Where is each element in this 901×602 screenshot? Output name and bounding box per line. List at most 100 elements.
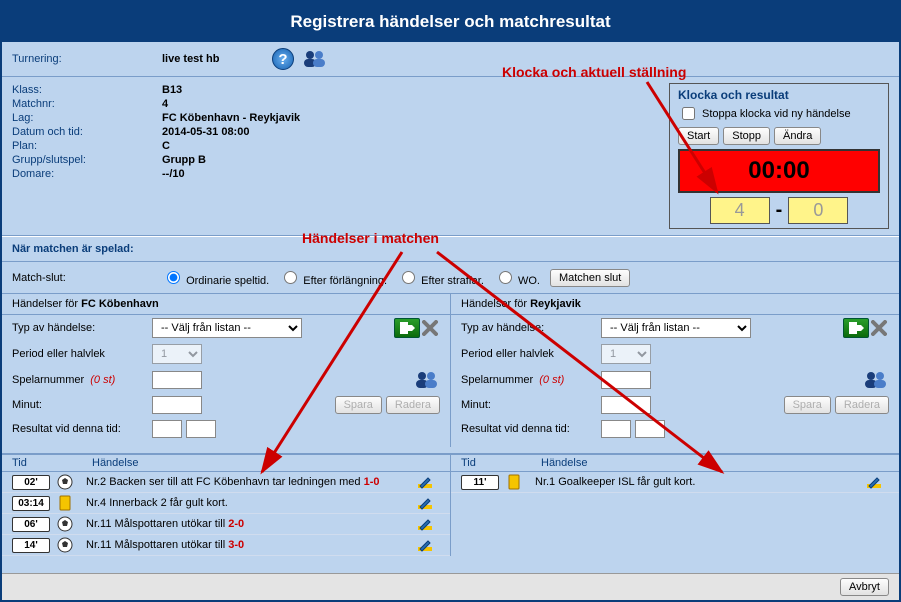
label-datum: Datum och tid: (12, 125, 162, 139)
event-row[interactable]: 06' Nr.11 Målspottaren utökar till 2-0 (2, 514, 450, 535)
event-type-select-home[interactable]: -- Välj från listan -- (152, 318, 302, 338)
score-away: 0 (788, 197, 848, 224)
change-button[interactable]: Ändra (774, 127, 821, 145)
team-away-header: Händelser för Reykjavik (451, 294, 899, 315)
event-row[interactable]: 02' Nr.2 Backen ser till att FC Köbenhavn… (2, 472, 450, 493)
minute-input-away[interactable] (601, 396, 651, 414)
event-tables: Tid Händelse 02' Nr.2 Backen ser till att… (2, 453, 899, 556)
delete-button[interactable]: Radera (386, 396, 440, 414)
result-home-b[interactable] (186, 420, 216, 438)
score-row: 4 - 0 (678, 197, 880, 224)
yellow-card-icon (50, 495, 80, 511)
match-end-button[interactable]: Matchen slut (550, 269, 630, 287)
cancel-button[interactable]: Avbryt (840, 578, 889, 596)
event-type-select-away[interactable]: -- Välj från listan -- (601, 318, 751, 338)
event-text: Nr.11 Målspottaren utökar till 2-0 (80, 518, 410, 530)
minute-input-home[interactable] (152, 396, 202, 414)
yellow-card-icon (499, 474, 529, 490)
result-home-a[interactable] (152, 420, 182, 438)
footer: Avbryt (2, 573, 899, 600)
stop-clock-checkbox[interactable]: Stoppa klocka vid ny händelse (678, 102, 880, 125)
event-time: 11' (461, 475, 499, 490)
event-row[interactable]: 11' Nr.1 Goalkeeper ISL får gult kort. (451, 472, 899, 493)
people-icon[interactable] (302, 49, 328, 69)
radio-forlangning[interactable]: Efter förlängning. (279, 268, 387, 287)
people-icon[interactable] (414, 370, 440, 390)
radio-wo[interactable]: WO. (494, 268, 540, 287)
value-matchnr: 4 (162, 97, 462, 111)
delete-button[interactable]: Radera (835, 396, 889, 414)
ball-icon (50, 516, 80, 532)
info-values: B13 4 FC Köbenhavn - Reykjavik 2014-05-3… (162, 83, 462, 229)
event-time: 03:14 (12, 496, 50, 511)
go-icon[interactable] (843, 318, 869, 338)
result-away-a[interactable] (601, 420, 631, 438)
th-tid: Tid (12, 457, 62, 469)
value-datum: 2014-05-31 08:00 (162, 125, 462, 139)
start-button[interactable]: Start (678, 127, 719, 145)
minute-label: Minut: (12, 399, 152, 411)
player-label: Spelarnummer (0 st) (12, 374, 152, 386)
match-end-row: Match-slut: Ordinarie speltid. Efter för… (2, 262, 899, 294)
team-home-header: Händelser för FC Köbenhavn (2, 294, 450, 315)
edit-icon[interactable] (859, 474, 889, 490)
stop-clock-label: Stoppa klocka vid ny händelse (702, 108, 851, 120)
event-text: Nr.11 Målspottaren utökar till 3-0 (80, 539, 410, 551)
label-matchnr: Matchnr: (12, 97, 162, 111)
tournament-label: Turnering: (12, 52, 162, 66)
save-button[interactable]: Spara (335, 396, 382, 414)
go-icon[interactable] (394, 318, 420, 338)
score-dash: - (776, 199, 783, 222)
player-input-away[interactable] (601, 371, 651, 389)
events-home: Tid Händelse 02' Nr.2 Backen ser till att… (2, 453, 451, 556)
event-row[interactable]: 14' Nr.11 Målspottaren utökar till 3-0 (2, 535, 450, 556)
stop-clock-checkbox-input[interactable] (682, 107, 695, 120)
event-text: Nr.2 Backen ser till att FC Köbenhavn ta… (80, 476, 410, 488)
value-domare: --/10 (162, 167, 462, 181)
team-away-col: Händelser för Reykjavik Typ av händelse:… (451, 294, 899, 447)
label-domare: Domare: (12, 167, 162, 181)
edit-icon[interactable] (410, 495, 440, 511)
page-title: Registrera händelser och matchresultat (2, 2, 899, 42)
clock-title: Klocka och resultat (678, 88, 880, 102)
event-time: 02' (12, 475, 50, 490)
match-end-label: Match-slut: (12, 272, 152, 284)
app-window: Registrera händelser och matchresultat T… (0, 0, 901, 602)
edit-icon[interactable] (410, 537, 440, 553)
th-handelse: Händelse (92, 457, 138, 469)
result-time-label: Resultat vid denna tid: (12, 423, 152, 435)
player-input-home[interactable] (152, 371, 202, 389)
event-text: Nr.4 Innerback 2 får gult kort. (80, 497, 410, 509)
radio-straffar[interactable]: Efter straffar. (397, 268, 484, 287)
played-title: När matchen är spelad: (2, 236, 899, 262)
value-lag: FC Köbenhavn - Reykjavik (162, 111, 462, 125)
value-klass: B13 (162, 83, 462, 97)
edit-icon[interactable] (410, 516, 440, 532)
info-labels: Klass: Matchnr: Lag: Datum och tid: Plan… (12, 83, 162, 229)
stop-button[interactable]: Stopp (723, 127, 770, 145)
label-grupp: Grupp/slutspel: (12, 153, 162, 167)
event-row[interactable]: 03:14 Nr.4 Innerback 2 får gult kort. (2, 493, 450, 514)
close-icon[interactable] (420, 318, 440, 338)
radio-ordinarie[interactable]: Ordinarie speltid. (162, 268, 269, 287)
help-icon[interactable]: ? (272, 48, 294, 70)
events-away: Tid Händelse 11'Nr.1 Goalkeeper ISL får … (451, 453, 899, 556)
tournament-value: live test hb (162, 52, 272, 66)
typ-label: Typ av händelse: (12, 322, 152, 334)
event-time: 06' (12, 517, 50, 532)
period-label: Period eller halvlek (12, 348, 152, 360)
close-icon[interactable] (869, 318, 889, 338)
clock-panel: Klocka och resultat Stoppa klocka vid ny… (669, 83, 889, 229)
clock-display: 00:00 (678, 149, 880, 193)
ball-icon (50, 474, 80, 490)
period-select-home[interactable]: 1 (152, 344, 202, 364)
event-text: Nr.1 Goalkeeper ISL får gult kort. (529, 476, 859, 488)
event-time: 14' (12, 538, 50, 553)
team-home-col: Händelser för FC Köbenhavn Typ av händel… (2, 294, 451, 447)
people-icon[interactable] (863, 370, 889, 390)
save-button[interactable]: Spara (784, 396, 831, 414)
tournament-row: Turnering: live test hb ? (2, 42, 899, 77)
edit-icon[interactable] (410, 474, 440, 490)
period-select-away[interactable]: 1 (601, 344, 651, 364)
result-away-b[interactable] (635, 420, 665, 438)
